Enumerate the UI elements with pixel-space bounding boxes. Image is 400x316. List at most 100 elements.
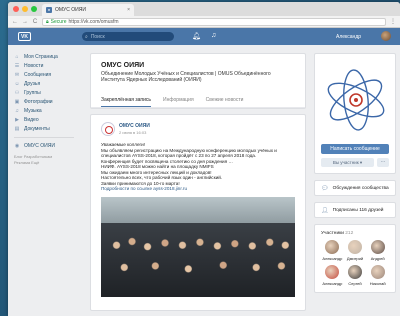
member-name: Дмитрий [346, 256, 364, 261]
community-icon: ◉ [14, 142, 20, 149]
atom-logo-icon [327, 69, 385, 131]
sidebar-item-label: Фотографии [24, 98, 53, 105]
jinr-atom-logo[interactable] [321, 60, 389, 138]
vk-favicon-icon: v [46, 7, 52, 13]
discussions-link[interactable]: 💬︎ Обсуждения сообщества [314, 180, 396, 196]
window-controls [13, 6, 37, 12]
post-author-name[interactable]: ОМУС ОИЯИ [119, 123, 150, 129]
group-description: Объединение Молодых Учёных и Специалисто… [91, 71, 305, 83]
group-tabs: Закреплённая запись Информация Свежие но… [91, 89, 305, 108]
docs-icon: ▤ [14, 125, 20, 132]
group-name: ОМУС ОИЯИ [101, 62, 145, 69]
tab-close-icon[interactable]: × [127, 7, 130, 13]
member-avatar [370, 265, 385, 279]
photos-icon: ▣ [14, 98, 20, 105]
send-message-button[interactable]: Написать сообщение [321, 144, 389, 154]
tab-information[interactable]: Информация [163, 97, 194, 107]
member-name: Александр [322, 256, 343, 261]
group-avatar-card: Написать сообщение Вы участник ▾ ··· [314, 53, 396, 174]
post-text: Уважаемые коллеги! Мы объявляем регистрац… [101, 142, 295, 192]
photo-sky [101, 196, 295, 225]
member-avatar [325, 240, 340, 254]
subscribed-friends-link[interactable]: 👤︎ Подписаны 116 друзей [314, 202, 396, 218]
sidebar-footer: Блог Разработчикам Реклама Ещё [14, 154, 84, 166]
sidebar-item-label: Новости [24, 62, 44, 69]
close-window-button[interactable] [13, 6, 19, 12]
forward-button[interactable]: → [22, 19, 28, 25]
notifications-bell-icon[interactable]: 🔔︎ [192, 32, 201, 40]
reload-button[interactable]: C [32, 19, 38, 25]
member-name: Сергей [348, 281, 362, 286]
search-icon: ⌕ [85, 33, 88, 40]
search-placeholder: Поиск [90, 33, 105, 40]
member-item[interactable]: Сергей [344, 265, 367, 286]
sidebar-item-friends[interactable]: ☺ Друзья [14, 79, 84, 88]
messages-icon: ✉ [14, 71, 20, 78]
search-input[interactable]: ⌕ Поиск [82, 32, 174, 41]
sidebar-item-label: Музыка [24, 107, 42, 114]
sidebar-item-groups[interactable]: ⚇ Группы [14, 88, 84, 97]
sidebar-item-home[interactable]: ⌂ Моя Страница [14, 52, 84, 61]
browser-tabbar: v ОМУС ОИЯИ × [8, 2, 400, 16]
sidebar-footer-line2[interactable]: Реклама Ещё [14, 160, 84, 166]
header-user-avatar[interactable] [381, 31, 391, 41]
tab-pinned-post[interactable]: Закреплённая запись [101, 97, 152, 107]
maximize-window-button[interactable] [31, 6, 37, 12]
vk-logo[interactable]: VK [18, 32, 31, 41]
post-date[interactable]: 2 июня в 16:03 [119, 130, 150, 135]
member-item[interactable]: Александр [321, 240, 344, 261]
member-avatar [370, 240, 385, 254]
friends-icon: 👤︎ [321, 207, 329, 214]
groups-icon: ⚇ [14, 89, 20, 96]
browser-menu-icon[interactable]: ⋮ [390, 18, 396, 25]
news-icon: ☰ [14, 62, 20, 69]
post-text-line: Подробности по ссылке ayss-2018.jinr.ru [101, 186, 188, 191]
minimize-window-button[interactable] [22, 6, 28, 12]
post-author-avatar[interactable] [101, 122, 115, 136]
friends-icon: ☺ [14, 80, 20, 87]
sidebar-item-news[interactable]: ☰ Новости [14, 61, 84, 70]
sidebar-item-label: Группы [24, 89, 41, 96]
sidebar-item-label: Друзья [24, 80, 41, 87]
member-item[interactable]: Дмитрий [344, 240, 367, 261]
music-note-icon[interactable]: ♫ [211, 32, 216, 39]
member-item[interactable]: Андрей [366, 240, 389, 261]
membership-button[interactable]: Вы участник ▾ [321, 158, 374, 167]
members-title[interactable]: Участники 212 [321, 231, 389, 236]
more-actions-button[interactable]: ··· [377, 158, 389, 167]
post-header: ОМУС ОИЯИ 2 июня в 16:03 [101, 122, 295, 136]
browser-window: v ОМУС ОИЯИ × ← → C 🔒︎ Secure https://vk… [8, 2, 400, 316]
secure-label: Secure [50, 18, 67, 25]
members-label: Участники [321, 231, 344, 236]
tab-latest-news[interactable]: Свежие новости [206, 97, 244, 107]
member-avatar [347, 240, 362, 254]
member-name: Николай [369, 281, 386, 286]
sidebar-item-label: ОМУС ОИЯИ [24, 142, 55, 149]
main-column: ОМУС ОИЯИ Объединение Молодых Учёных и С… [90, 53, 306, 311]
member-item[interactable]: Николай [366, 265, 389, 286]
wall-post: ОМУС ОИЯИ 2 июня в 16:03 Уважаемые колле… [90, 114, 306, 311]
videos-icon: ▶ [15, 116, 19, 123]
member-item[interactable]: Александр [321, 265, 344, 286]
sidebar-item-messages[interactable]: ✉ Сообщения [14, 70, 84, 79]
sidebar-item-community[interactable]: ◉ ОМУС ОИЯИ [14, 141, 84, 150]
sidebar-item-label: Моя Страница [24, 53, 58, 60]
sidebar-item-videos[interactable]: ▶ Видео [14, 115, 84, 124]
post-group-photo[interactable] [101, 196, 295, 297]
sidebar-item-music[interactable]: ♫ Музыка [14, 106, 84, 115]
sidebar-item-docs[interactable]: ▤ Документы [14, 124, 84, 133]
members-count: 212 [345, 231, 354, 236]
lock-icon: 🔒︎ [46, 18, 49, 25]
group-description-line: Института Ядерных Исследований (ОИЯИ) [101, 77, 202, 83]
right-column: Написать сообщение Вы участник ▾ ··· 💬︎ … [314, 53, 396, 293]
header-user-name[interactable]: Александр [336, 34, 361, 40]
sidebar-divider [14, 137, 74, 138]
back-button[interactable]: ← [12, 19, 18, 25]
browser-tab[interactable]: v ОМУС ОИЯИ × [42, 4, 134, 16]
sidebar-item-photos[interactable]: ▣ Фотографии [14, 97, 84, 106]
address-bar[interactable]: 🔒︎ Secure https://vk.com/omusfm [42, 17, 386, 26]
tab-title: ОМУС ОИЯИ [55, 7, 86, 13]
members-grid: Александр Дмитрий Андрей Александр Сергей Ник… [321, 240, 389, 286]
sidebar-item-label: Видео [24, 116, 39, 123]
discussions-label: Обсуждения сообщества [332, 185, 389, 191]
